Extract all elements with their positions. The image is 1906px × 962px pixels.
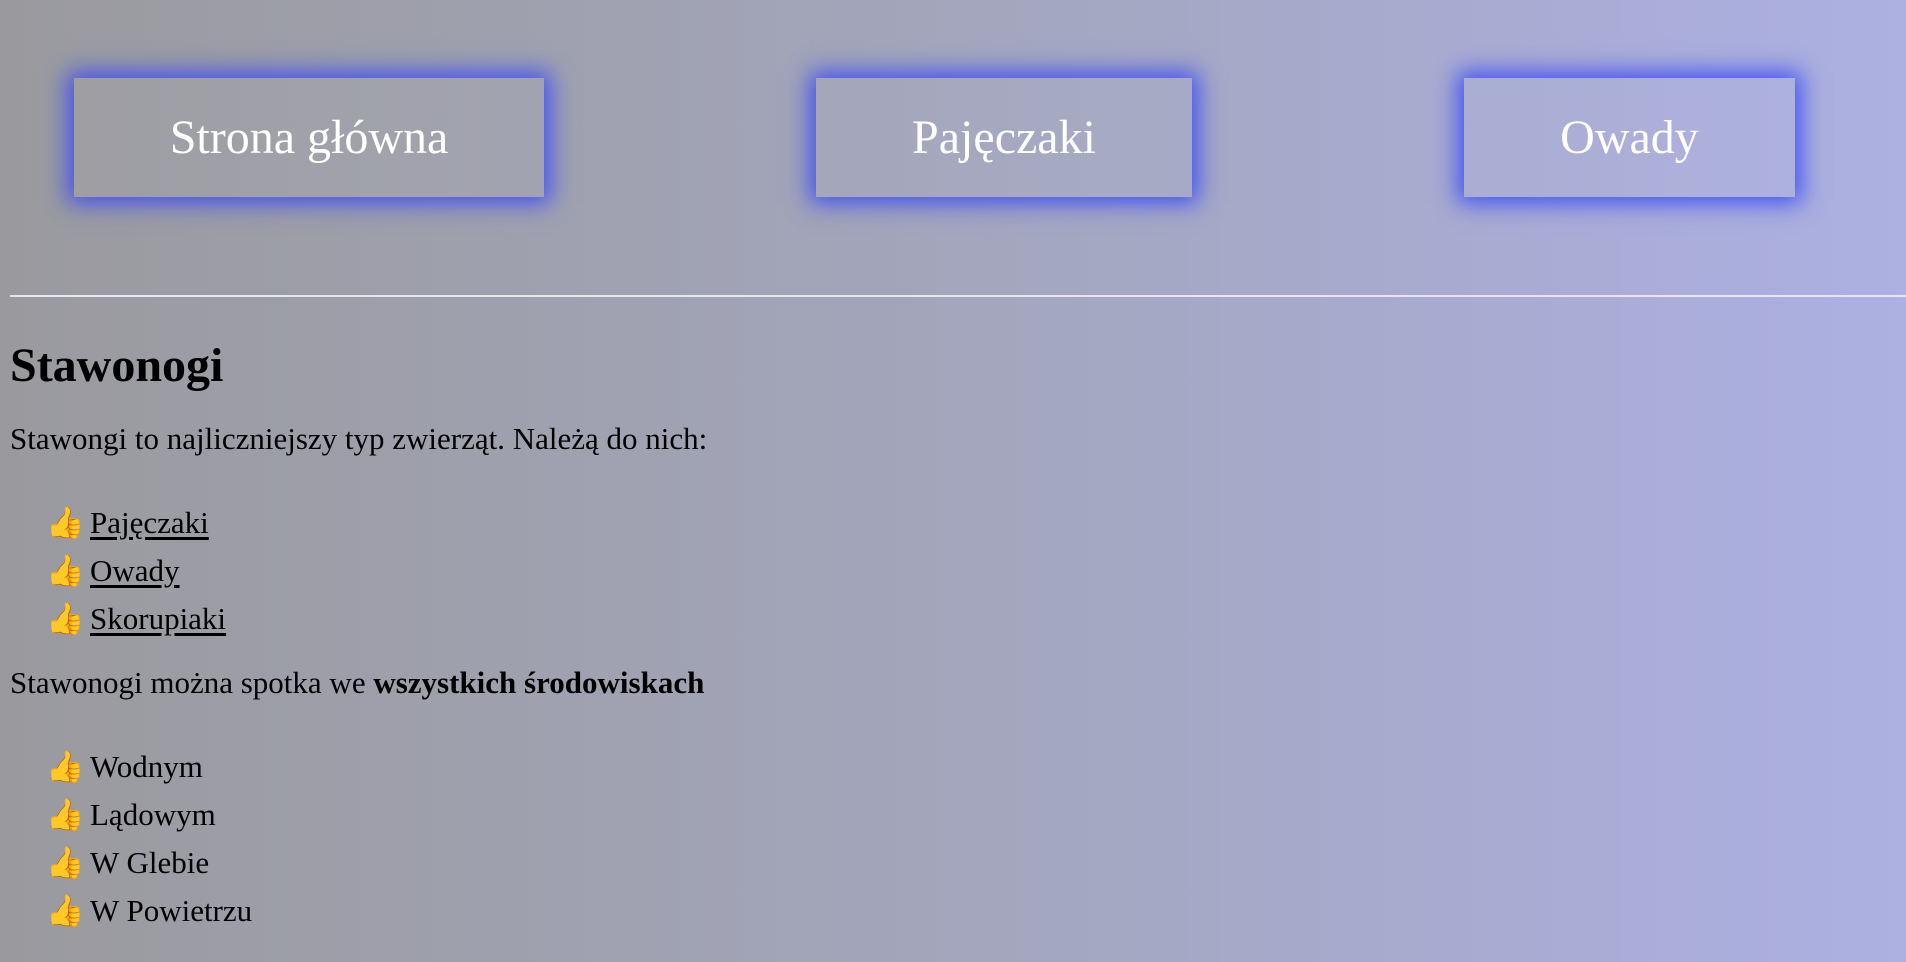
thumbs-up-icon: 👍	[46, 553, 85, 588]
environment-label: Wodnym	[90, 749, 203, 784]
nav-button-insects[interactable]: Owady	[1464, 78, 1795, 197]
link-insects[interactable]: Owady	[90, 547, 180, 595]
link-spiders[interactable]: Pajęczaki	[90, 499, 209, 547]
arthropod-groups-list: 👍 Pajęczaki 👍 Owady 👍 Skorupiaki	[10, 499, 1860, 643]
environments-text: Stawonogi można spotka we	[10, 665, 374, 700]
environments-paragraph: Stawonogi można spotka we wszystkich śro…	[10, 663, 1860, 703]
list-item: 👍 Owady	[46, 547, 1860, 595]
list-item: 👍 W Glebie	[46, 839, 1860, 887]
environment-label: Lądowym	[90, 797, 216, 832]
list-item: 👍 Lądowym	[46, 791, 1860, 839]
thumbs-up-icon: 👍	[46, 749, 85, 784]
environment-label: W Powietrzu	[90, 893, 253, 928]
thumbs-up-icon: 👍	[46, 893, 85, 928]
thumbs-up-icon: 👍	[46, 845, 85, 880]
list-item: 👍 Wodnym	[46, 743, 1860, 791]
main-content: Stawonogi Stawongi to najliczniejszy typ…	[10, 330, 1860, 935]
link-crustaceans[interactable]: Skorupiaki	[90, 595, 226, 643]
top-navigation: Strona główna Pajęczaki Owady	[0, 0, 1906, 296]
thumbs-up-icon: 👍	[46, 601, 85, 636]
environments-bold-text: wszystkich środowiskach	[373, 665, 705, 700]
intro-paragraph: Stawongi to najliczniejszy typ zwierząt.…	[10, 421, 708, 456]
environment-label: W Glebie	[90, 845, 210, 880]
thumbs-up-icon: 👍	[46, 797, 85, 832]
list-item: 👍 Pajęczaki	[46, 499, 1860, 547]
environments-list: 👍 Wodnym 👍 Lądowym 👍 W Glebie 👍 W Powiet…	[10, 743, 1860, 935]
horizontal-divider	[10, 295, 1906, 297]
list-item: 👍 Skorupiaki	[46, 595, 1860, 643]
nav-button-home[interactable]: Strona główna	[74, 78, 544, 197]
nav-button-spiders[interactable]: Pajęczaki	[816, 78, 1192, 197]
thumbs-up-icon: 👍	[46, 505, 85, 540]
page-title: Stawonogi	[10, 339, 224, 392]
list-item: 👍 W Powietrzu	[46, 887, 1860, 935]
